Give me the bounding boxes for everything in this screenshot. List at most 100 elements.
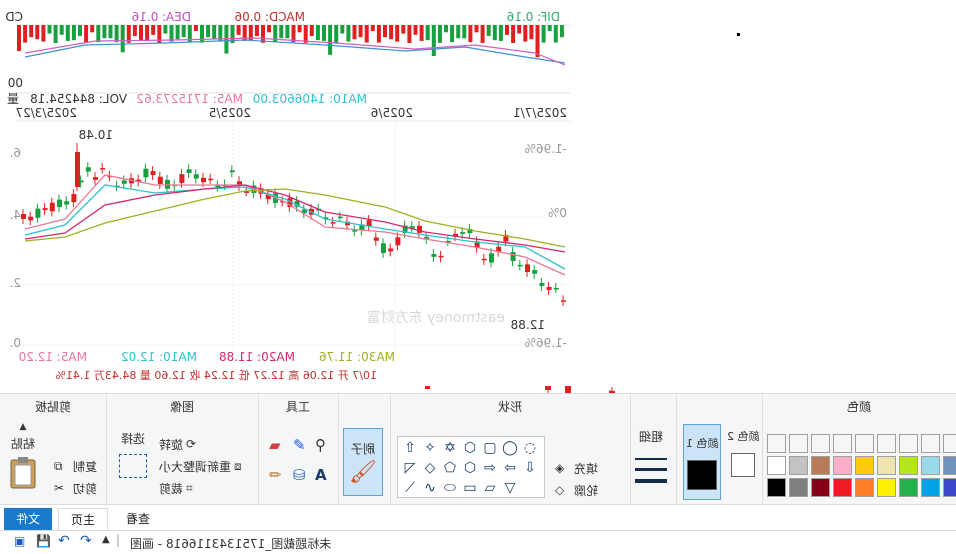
copy-button[interactable]: ⧉ 复制 bbox=[54, 458, 97, 475]
palette-swatch[interactable] bbox=[833, 434, 852, 453]
macd-bar bbox=[41, 25, 46, 42]
brushes-button[interactable]: 刷子 🖌 bbox=[343, 428, 383, 496]
palette-swatch[interactable] bbox=[833, 478, 852, 497]
shapes-group-title: 形状 bbox=[498, 400, 523, 414]
color1-label: 颜色 1 bbox=[685, 436, 719, 450]
shape-option[interactable]: ⇩ bbox=[521, 459, 539, 477]
text-tool-icon[interactable]: A bbox=[315, 466, 327, 484]
ribbon-tabs: 文件 主页 查看 bbox=[0, 505, 956, 531]
clipboard-icon bbox=[10, 457, 36, 489]
shape-option[interactable]: ⇨ bbox=[481, 459, 499, 477]
pencil-icon[interactable]: ✏ bbox=[269, 466, 282, 484]
palette-swatch[interactable] bbox=[943, 434, 956, 453]
macd-bar bbox=[450, 25, 455, 43]
left-axis-label: 0. bbox=[10, 336, 21, 350]
palette-swatch[interactable] bbox=[855, 478, 874, 497]
palette-swatch[interactable] bbox=[921, 478, 940, 497]
shape-option[interactable]: ⬠ bbox=[441, 459, 459, 477]
left-axis-label: 6. bbox=[10, 146, 21, 160]
tab-file[interactable]: 文件 bbox=[4, 508, 53, 530]
palette-swatch[interactable] bbox=[811, 456, 830, 475]
candle-body bbox=[201, 177, 206, 183]
palette-swatch[interactable] bbox=[877, 456, 896, 475]
candle-body bbox=[539, 282, 545, 286]
candle-body bbox=[57, 199, 62, 208]
tab-view[interactable]: 查看 bbox=[114, 508, 162, 530]
save-icon[interactable]: 💾 bbox=[36, 534, 51, 548]
palette-swatch[interactable] bbox=[855, 434, 874, 453]
macd-bar bbox=[291, 25, 296, 43]
shape-option[interactable]: ⇦ bbox=[501, 459, 519, 477]
color-picker-icon[interactable]: ✎ bbox=[293, 436, 306, 454]
rotate-button[interactable]: 旋转 ⟳ bbox=[159, 436, 202, 453]
color2-button[interactable]: 颜色 2 bbox=[727, 428, 760, 477]
shape-option[interactable]: ◇ bbox=[421, 459, 439, 477]
quick-access-dropdown-icon[interactable]: ▲ bbox=[102, 534, 110, 545]
shape-option[interactable]: ◌ bbox=[521, 439, 539, 457]
shape-option[interactable]: ▢ bbox=[481, 439, 499, 457]
palette-swatch[interactable] bbox=[877, 434, 896, 453]
palette-swatch[interactable] bbox=[899, 478, 918, 497]
shape-option[interactable]: ⟋ bbox=[401, 479, 419, 497]
palette-swatch[interactable] bbox=[789, 434, 808, 453]
crop-button[interactable]: 裁剪 ⌗ bbox=[159, 480, 202, 497]
select-button[interactable]: 选择 bbox=[119, 430, 147, 478]
palette-swatch[interactable] bbox=[921, 434, 940, 453]
candle-body bbox=[100, 168, 106, 170]
palette-swatch[interactable] bbox=[811, 478, 830, 497]
cut-button[interactable]: ✂ 剪切 bbox=[54, 480, 97, 497]
shape-option[interactable]: ◯ bbox=[501, 439, 519, 457]
palette-swatch[interactable] bbox=[767, 456, 786, 475]
eraser-icon[interactable]: ▰ bbox=[269, 436, 281, 454]
macd-bar bbox=[47, 25, 52, 34]
candle-body bbox=[208, 178, 214, 181]
redo-icon[interactable]: ↷ bbox=[80, 533, 92, 549]
palette-swatch[interactable] bbox=[899, 456, 918, 475]
shape-option[interactable]: ✡ bbox=[441, 439, 459, 457]
shape-option[interactable]: ▭ bbox=[461, 479, 479, 497]
clipboard-group: 剪贴板 ▲ 粘贴 ⧉ 复制 ✂ 剪切 bbox=[0, 394, 106, 506]
palette-swatch[interactable] bbox=[899, 434, 918, 453]
palette-swatch[interactable] bbox=[877, 478, 896, 497]
macd-bar bbox=[492, 25, 497, 41]
shape-option[interactable]: ◸ bbox=[401, 459, 419, 477]
fill-bucket-icon[interactable]: ⛁ bbox=[293, 466, 306, 484]
shape-option[interactable]: ⬭ bbox=[441, 479, 459, 497]
palette-swatch[interactable] bbox=[855, 456, 874, 475]
palette-swatch[interactable] bbox=[943, 456, 956, 475]
size-button[interactable]: 粗细 bbox=[635, 428, 667, 483]
shape-option[interactable]: ⇧ bbox=[401, 439, 419, 457]
shape-option[interactable]: ▽ bbox=[501, 479, 519, 497]
palette-swatch[interactable] bbox=[789, 478, 808, 497]
tab-home[interactable]: 主页 bbox=[58, 508, 109, 530]
shape-option[interactable]: ⬡ bbox=[461, 439, 479, 457]
ma5-legend: MA5: 12.20 bbox=[19, 350, 87, 364]
candle-body bbox=[121, 180, 127, 184]
outline-button[interactable]: ◇ 轮廓 bbox=[555, 482, 598, 499]
macd-bar bbox=[322, 25, 326, 41]
undo-icon[interactable]: ↶ bbox=[58, 533, 70, 549]
price-high-label: 10.48 bbox=[79, 128, 113, 142]
palette-swatch[interactable] bbox=[789, 456, 808, 475]
palette-swatch[interactable] bbox=[833, 456, 852, 475]
paste-button[interactable]: ▲ 粘贴 bbox=[8, 422, 38, 489]
magnifier-icon[interactable]: ⚲ bbox=[315, 436, 326, 454]
palette-swatch[interactable] bbox=[811, 434, 830, 453]
shape-option[interactable]: ✧ bbox=[421, 439, 439, 457]
palette-swatch[interactable] bbox=[943, 478, 956, 497]
resize-button[interactable]: 重新调整大小 ⧈ bbox=[159, 458, 250, 475]
candle-body bbox=[532, 270, 538, 274]
paint-canvas-area[interactable]: DIF: 0.16 CD DEA: 0.16 MACD: 0.06 00 量 VOL:… bbox=[0, 0, 956, 393]
color1-button[interactable]: 颜色 1 bbox=[683, 424, 721, 500]
macd-dea-label: DEA: 0.16 bbox=[132, 10, 191, 24]
palette-swatch[interactable] bbox=[767, 434, 786, 453]
palette-swatch[interactable] bbox=[767, 478, 786, 497]
paint-document[interactable]: DIF: 0.16 CD DEA: 0.16 MACD: 0.06 00 量 VOL:… bbox=[5, 7, 570, 393]
shape-option[interactable]: ∿ bbox=[421, 479, 439, 497]
shape-option[interactable]: ⬡ bbox=[461, 459, 479, 477]
palette-swatch[interactable] bbox=[921, 456, 940, 475]
shape-option[interactable]: ▱ bbox=[481, 479, 499, 497]
macd-bar bbox=[370, 25, 375, 32]
fill-button[interactable]: ◈ 填充 bbox=[555, 460, 598, 477]
title-bar: ▣ 💾 ↶ ↷ ▲ | 未标题截图_1751343116618 - 画图 bbox=[0, 531, 956, 554]
